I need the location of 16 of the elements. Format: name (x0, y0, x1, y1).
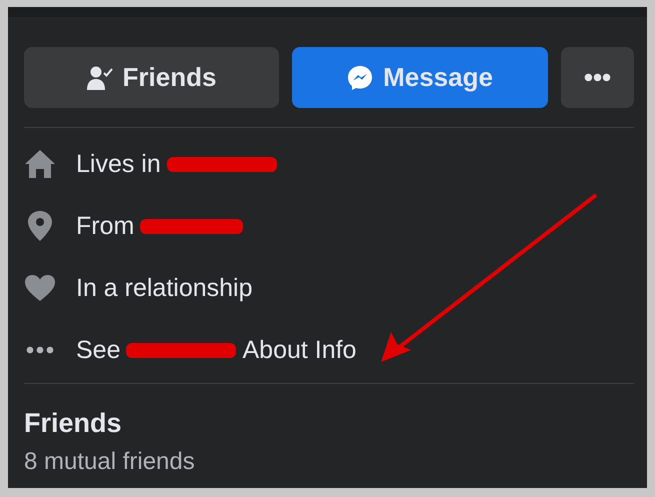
person-check-icon (86, 64, 113, 90)
more-icon (26, 346, 54, 354)
heart-icon (24, 274, 56, 302)
info-text: Lives in (76, 150, 161, 178)
messenger-icon (347, 64, 374, 90)
info-text: From (76, 212, 134, 240)
info-text: In a relationship (76, 274, 253, 302)
mutual-friends-count: 8 mutual friends (24, 448, 196, 476)
info-text[interactable]: See (76, 336, 120, 364)
home-icon (24, 149, 56, 179)
friends-button[interactable]: Friends (24, 47, 279, 108)
section-title: Friends (24, 408, 123, 439)
message-button[interactable]: Message (292, 47, 548, 108)
info-text[interactable]: About Info (242, 336, 356, 364)
more-button[interactable]: ••• (561, 47, 634, 108)
location-pin-icon (27, 210, 53, 242)
